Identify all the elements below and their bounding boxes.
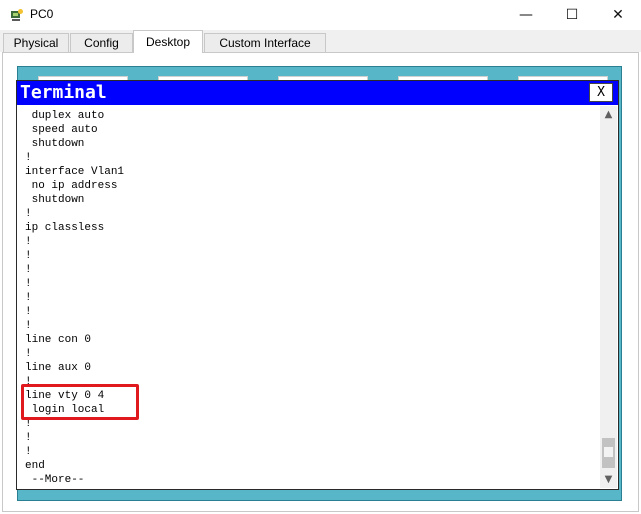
terminal-line: end [25,460,45,472]
terminal-line: ip classless [25,222,105,234]
tab-custom-interface[interactable]: Custom Interface [204,33,326,52]
scroll-down-arrow-icon[interactable]: ▼ [600,471,617,488]
terminal-line: shutdown [25,138,85,150]
tab-bar: Physical Config Desktop Custom Interface [0,30,641,53]
close-icon: ✕ [612,7,624,23]
terminal-line: duplex auto [25,110,105,122]
terminal-line: ! [25,432,32,444]
maximize-button[interactable]: ☐ [549,0,595,30]
terminal-scrollbar[interactable]: ▲ ▼ [600,106,617,488]
terminal-header: Terminal X [17,81,618,105]
highlight-box [21,384,139,420]
terminal-line: ! [25,250,32,262]
terminal-line: ! [25,278,32,290]
terminal-line: ! [25,208,32,220]
terminal-line: line aux 0 [25,362,92,374]
terminal-line: --More-- [25,474,85,486]
scroll-up-arrow-icon[interactable]: ▲ [600,106,617,123]
minimize-icon: — [519,7,533,23]
terminal-line: shutdown [25,194,85,206]
close-button[interactable]: ✕ [595,0,641,30]
packet-tracer-pc-icon [11,9,23,21]
terminal-title: Terminal [20,82,107,103]
terminal-output[interactable]: duplex auto speed auto shutdown! interfac… [20,106,599,488]
terminal-line: no ip address [25,180,118,192]
terminal-line: interface Vlan1 [25,166,125,178]
tab-physical[interactable]: Physical [3,33,69,52]
terminal-window: Terminal X duplex auto speed auto shutdo… [16,80,619,490]
window-titlebar: PC0 — ☐ ✕ [0,0,641,31]
terminal-line: ! [25,236,32,248]
minimize-button[interactable]: — [503,0,549,30]
terminal-line: ! [25,292,32,304]
terminal-line: line con 0 [25,334,92,346]
terminal-lines: duplex auto speed auto shutdown! interfac… [25,109,124,487]
scrollbar-thumb[interactable] [602,438,615,468]
maximize-icon: ☐ [565,7,579,23]
close-icon: X [597,85,605,100]
terminal-line: ! [25,264,32,276]
terminal-line: ! [25,306,32,318]
terminal-line: ! [25,348,32,360]
window-title: PC0 [30,7,54,21]
tab-config[interactable]: Config [70,33,133,52]
terminal-line: ! [25,320,32,332]
terminal-line: ! [25,446,32,458]
tab-desktop[interactable]: Desktop [133,30,203,53]
terminal-line: speed auto [25,124,98,136]
terminal-close-button[interactable]: X [589,83,613,102]
terminal-line: ! [25,152,32,164]
